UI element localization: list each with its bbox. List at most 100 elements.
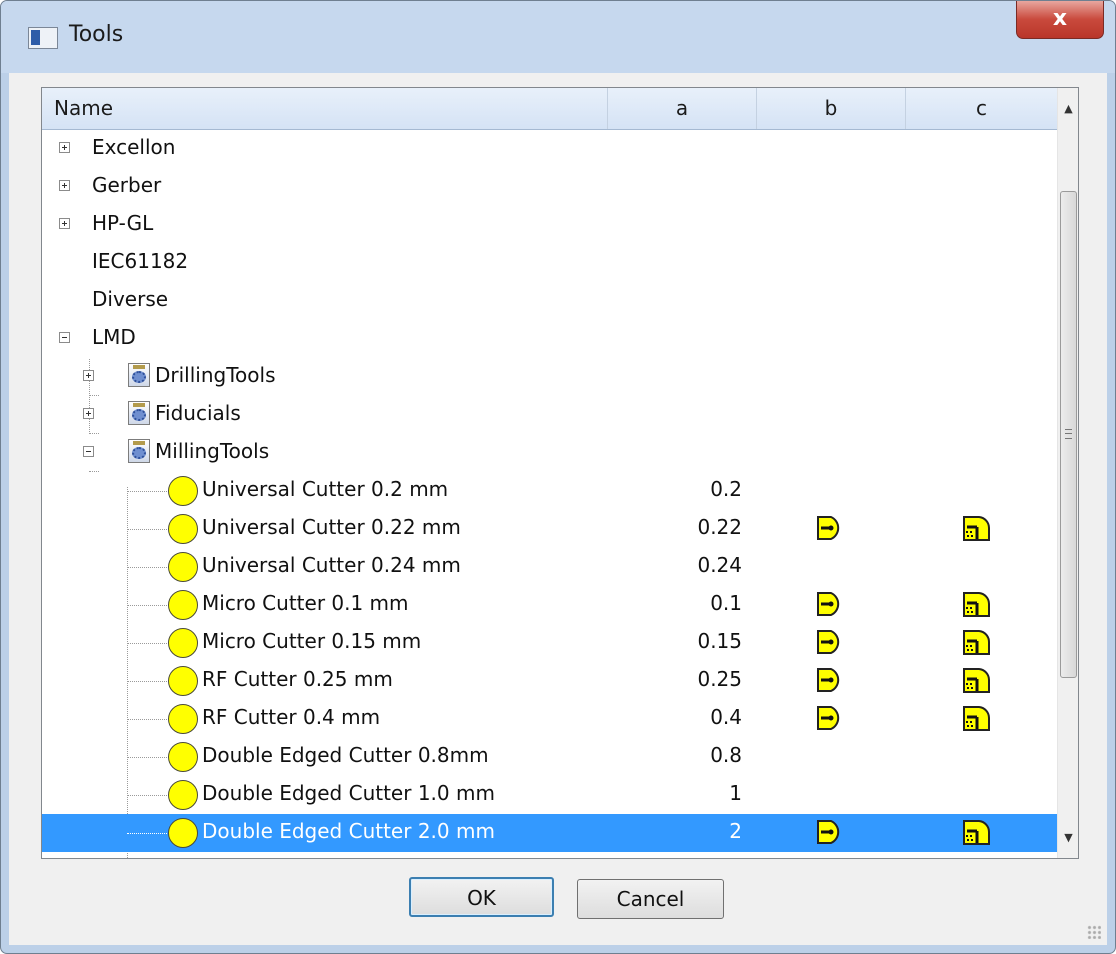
yellow-circle-icon (168, 780, 198, 810)
tree-connector (127, 681, 167, 682)
value-a: 0.2 (710, 477, 742, 501)
tree-connector (127, 833, 167, 834)
row-label: RF Cutter 0.25 mm (202, 667, 393, 691)
vertical-scrollbar[interactable]: ▲ ▼ (1057, 88, 1078, 858)
cutter-corner-icon (963, 706, 991, 731)
tree-row[interactable]: Double Edged Cutter 1.0 mm 1 (42, 776, 1057, 814)
tree-row[interactable]: Fiducials (42, 396, 1057, 434)
tree-connector (127, 491, 167, 492)
cutter-side-icon (817, 668, 840, 692)
tree-row[interactable]: Excellon (42, 130, 1057, 168)
yellow-circle-icon (168, 818, 198, 848)
dialog-body: Name a b c Excellon Gerber HP-GL IEC6118… (9, 73, 1107, 945)
tree-connector (127, 529, 167, 530)
cutter-corner-icon (963, 820, 991, 845)
tree-connector (127, 643, 167, 644)
resize-grip-icon[interactable] (1087, 925, 1101, 939)
cutter-side-icon (817, 630, 840, 654)
value-a: 0.24 (697, 553, 742, 577)
yellow-circle-icon (168, 742, 198, 772)
cutter-corner-icon (963, 668, 991, 693)
tree-row[interactable]: Universal Cutter 0.2 mm 0.2 (42, 472, 1057, 510)
gear-folder-icon (128, 401, 150, 425)
yellow-circle-icon (168, 628, 198, 658)
scroll-down-arrow-icon[interactable]: ▼ (1058, 817, 1078, 858)
tree-row[interactable]: RF Cutter 0.4 mm 0.4 (42, 700, 1057, 738)
row-label: Excellon (92, 135, 176, 159)
row-label: Double Edged Cutter 2.0 mm (202, 819, 495, 843)
value-a: 0.8 (710, 743, 742, 767)
tree-connector (127, 719, 167, 720)
value-a: 0.1 (710, 591, 742, 615)
collapse-icon[interactable] (59, 332, 70, 343)
cutter-side-icon (817, 516, 840, 540)
row-label: Micro Cutter 0.15 mm (202, 629, 422, 653)
row-label: Universal Cutter 0.2 mm (202, 477, 449, 501)
title-bar[interactable]: Tools x (1, 1, 1115, 73)
column-header-name[interactable]: Name (42, 88, 608, 129)
row-label: Diverse (92, 287, 169, 311)
window-title: Tools (69, 22, 124, 47)
row-label: IEC61182 (92, 249, 189, 273)
yellow-circle-icon (168, 590, 198, 620)
tree-connector (127, 795, 167, 796)
tree-row[interactable]: Universal Cutter 0.24 mm 0.24 (42, 548, 1057, 586)
column-header-b[interactable]: b (757, 88, 906, 129)
row-label: RF Cutter 0.4 mm (202, 705, 381, 729)
row-label: Universal Cutter 0.22 mm (202, 515, 461, 539)
cutter-corner-icon (963, 630, 991, 655)
tree-row[interactable]: HP-GL (42, 206, 1057, 244)
row-label: Double Edged Cutter 0.8mm (202, 743, 489, 767)
row-label: Double Edged Cutter 1.0 mm (202, 781, 495, 805)
tools-tree[interactable]: Name a b c Excellon Gerber HP-GL IEC6118… (41, 87, 1079, 859)
tree-row[interactable]: Double Edged Cutter 0.8mm 0.8 (42, 738, 1057, 776)
gear-folder-icon (128, 363, 150, 387)
tree-rows: Excellon Gerber HP-GL IEC61182 Diverse L… (42, 130, 1057, 858)
expand-icon[interactable] (83, 408, 94, 419)
close-button[interactable]: x (1016, 1, 1104, 39)
tree-connector (127, 605, 167, 606)
cutter-side-icon (817, 820, 840, 844)
gear-folder-icon (128, 439, 150, 463)
cutter-corner-icon (963, 592, 991, 617)
value-a: 2 (729, 819, 742, 843)
ok-button[interactable]: OK (409, 877, 554, 917)
column-header-a[interactable]: a (608, 88, 757, 129)
cancel-button[interactable]: Cancel (577, 879, 724, 919)
expand-icon[interactable] (59, 180, 70, 191)
cutter-side-icon (817, 592, 840, 616)
cutter-side-icon (817, 706, 840, 730)
tree-connector (127, 757, 167, 758)
tree-row[interactable]: Universal Cutter 0.22 mm 0.22 (42, 510, 1057, 548)
row-label: Micro Cutter 0.1 mm (202, 591, 409, 615)
value-a: 0.22 (697, 515, 742, 539)
tree-row[interactable]: Micro Cutter 0.1 mm 0.1 (42, 586, 1057, 624)
row-label: Universal Cutter 0.24 mm (202, 553, 461, 577)
scrollbar-thumb[interactable] (1060, 191, 1077, 678)
tree-row[interactable]: LMD (42, 320, 1057, 358)
value-a: 0.25 (697, 667, 742, 691)
expand-icon[interactable] (59, 142, 70, 153)
collapse-icon[interactable] (83, 446, 94, 457)
tools-dialog: Tools x Name a b c Excellon Gerber HP-GL… (0, 0, 1116, 954)
value-a: 0.15 (697, 629, 742, 653)
tree-row[interactable]: IEC61182 (42, 244, 1057, 282)
tree-connector (127, 567, 167, 568)
expand-icon[interactable] (59, 218, 70, 229)
tree-row[interactable]: MillingTools (42, 434, 1057, 472)
tree-row[interactable]: Gerber (42, 168, 1057, 206)
tree-row[interactable]: DrillingTools (42, 358, 1057, 396)
yellow-circle-icon (168, 476, 198, 506)
value-a: 0.4 (710, 705, 742, 729)
tree-row[interactable]: RF Cutter 0.25 mm 0.25 (42, 662, 1057, 700)
tree-row[interactable]: Diverse (42, 282, 1057, 320)
yellow-circle-icon (168, 704, 198, 734)
tree-row[interactable]: Micro Cutter 0.15 mm 0.15 (42, 624, 1057, 662)
scroll-up-arrow-icon[interactable]: ▲ (1058, 88, 1078, 129)
row-label: DrillingTools (155, 363, 276, 387)
row-label: MillingTools (155, 439, 270, 463)
tree-row-selected[interactable]: Double Edged Cutter 2.0 mm 2 (42, 814, 1057, 852)
column-header-c[interactable]: c (906, 88, 1057, 129)
row-label: Fiducials (155, 401, 241, 425)
expand-icon[interactable] (83, 370, 94, 381)
